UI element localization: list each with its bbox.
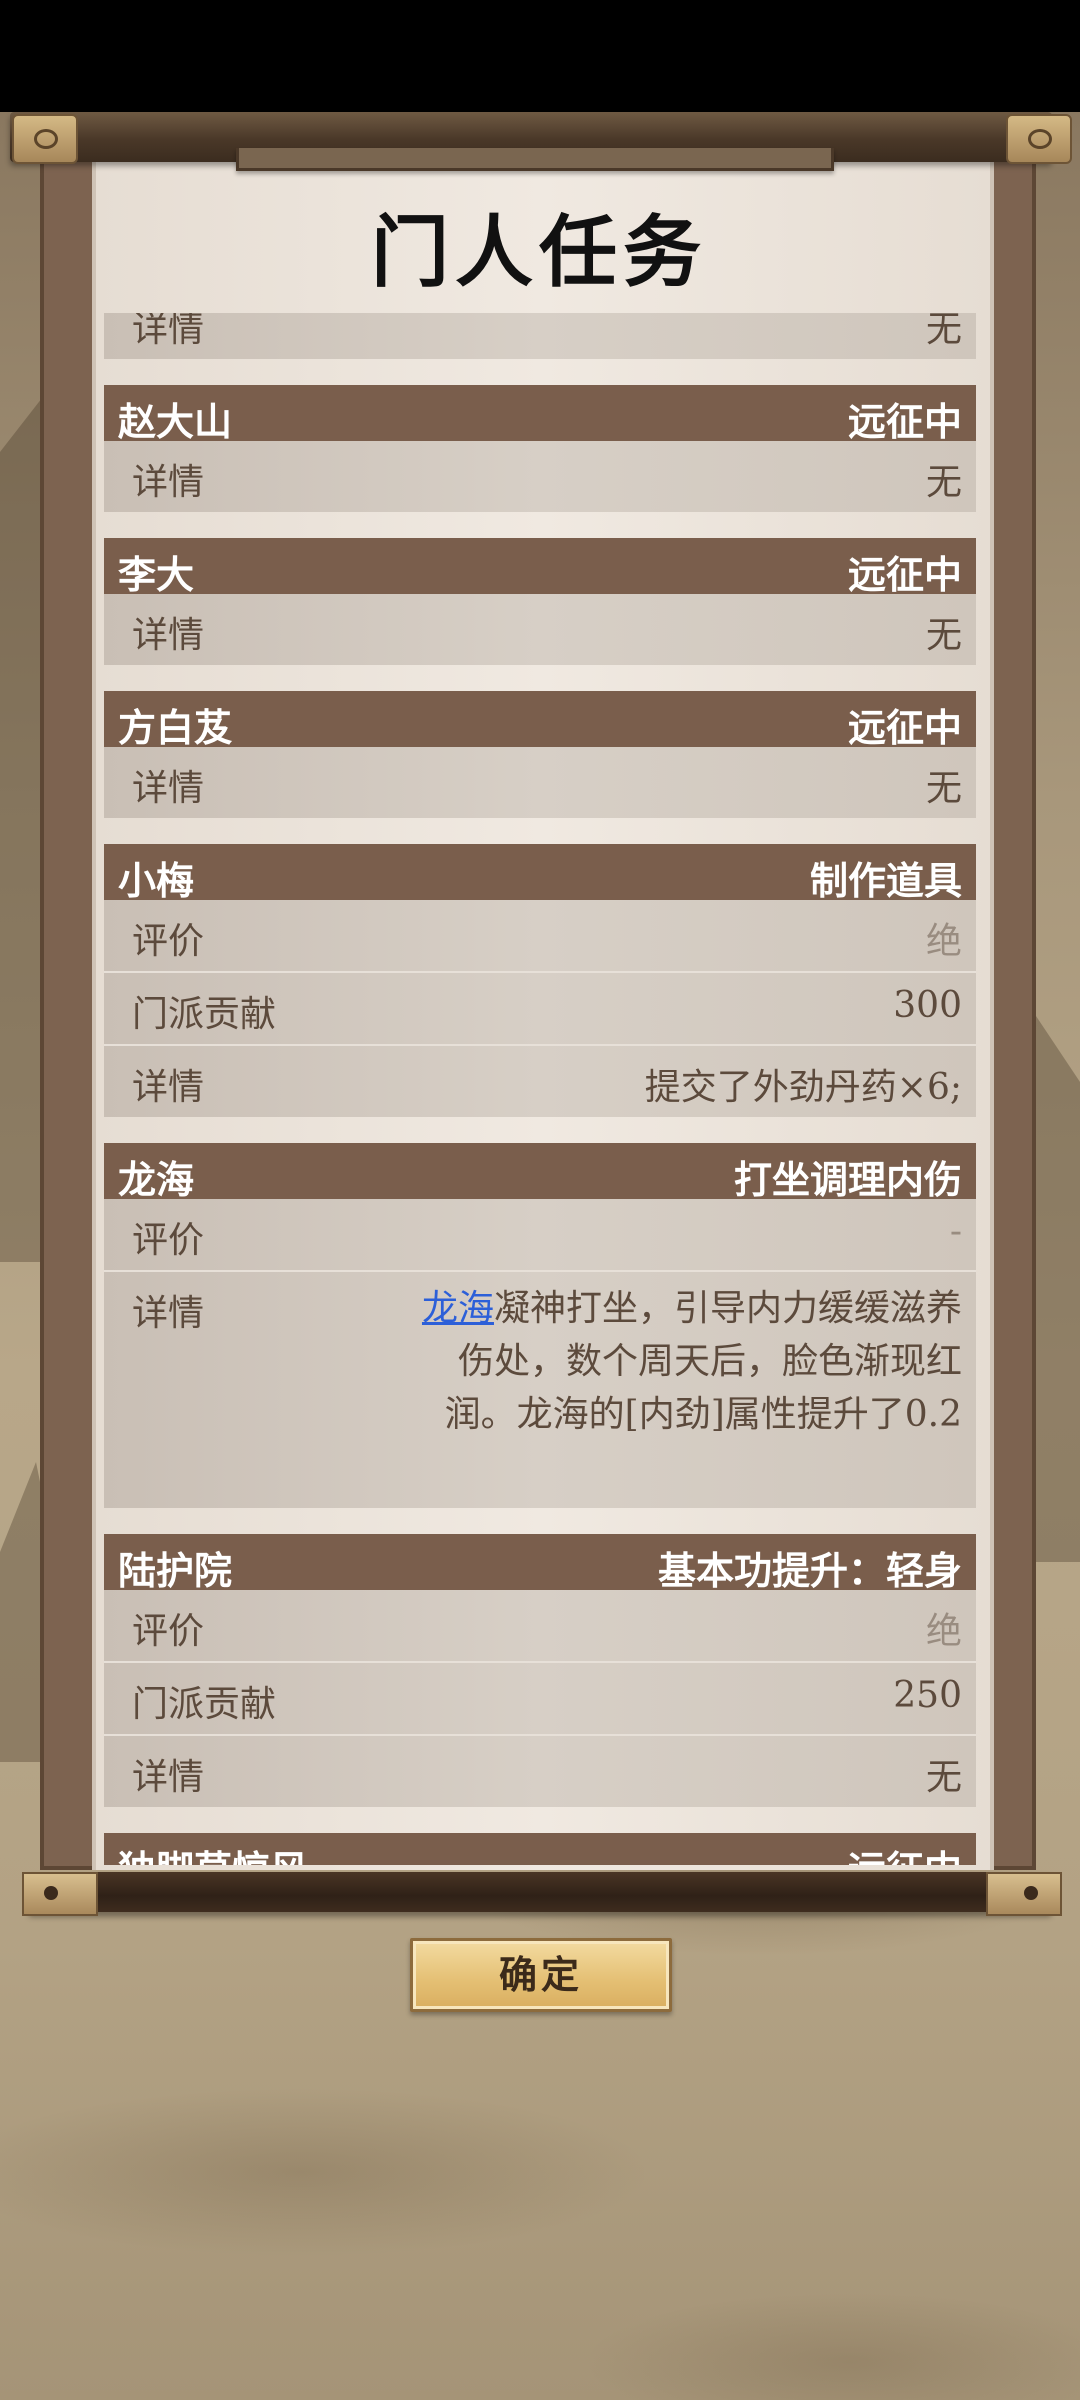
row-label: 门派贡献 bbox=[132, 994, 277, 1035]
row-value: 无 bbox=[925, 313, 962, 350]
row-label: 详情 bbox=[132, 1293, 205, 1334]
task-status: 制作道具 bbox=[809, 858, 962, 903]
row-value: 无 bbox=[925, 768, 962, 809]
task-status: 远征中 bbox=[848, 1839, 962, 1865]
rating-row: 评价 - bbox=[104, 1199, 976, 1272]
contribution-row: 门派贡献 300 bbox=[104, 973, 976, 1046]
detail-text: 龙海凝神打坐，引导内力缓缓滋养伤处，数个周天后，脸色渐现红润。龙海的[内劲]属性… bbox=[404, 1282, 962, 1441]
task-card: 龙海 打坐调理内伤 评价 - 详情 龙海凝神打坐，引导内力缓缓滋养伤处，数个周天… bbox=[104, 1143, 976, 1508]
rating-value: - bbox=[949, 1211, 962, 1252]
task-header: 赵大山 远征中 bbox=[104, 385, 976, 444]
title-tab bbox=[236, 148, 834, 171]
disciple-link[interactable]: 龙海 bbox=[422, 1288, 494, 1329]
rating-row: 评价 绝 bbox=[104, 1590, 976, 1663]
disciple-name: 陆护院 bbox=[118, 1548, 233, 1593]
contribution-value: 250 bbox=[893, 1675, 962, 1716]
task-status: 远征中 bbox=[847, 399, 962, 444]
task-card-partial: 详情 无 bbox=[104, 313, 976, 359]
confirm-button[interactable]: 确定 bbox=[410, 1938, 672, 2012]
disciple-name: 李大 bbox=[118, 552, 195, 597]
rod-end-left bbox=[22, 1872, 98, 1916]
scroll-bottom-rod bbox=[28, 1872, 1052, 1912]
rating-value: 绝 bbox=[925, 1611, 962, 1652]
row-label: 评价 bbox=[132, 1611, 205, 1652]
task-status: 远征中 bbox=[847, 705, 962, 750]
detail-row: 详情 无 bbox=[104, 313, 976, 359]
disciple-name: 方白芨 bbox=[118, 705, 233, 750]
task-card: 陆护院 基本功提升：轻身 评价 绝 门派贡献 250 详情 无 bbox=[104, 1534, 976, 1807]
task-header: 李大 远征中 bbox=[104, 538, 976, 597]
task-header: 龙海 打坐调理内伤 bbox=[104, 1143, 976, 1202]
row-value: 无 bbox=[925, 1757, 962, 1798]
row-label: 详情 bbox=[132, 313, 205, 350]
task-header: 陆护院 基本功提升：轻身 bbox=[104, 1534, 976, 1593]
disciple-name: 赵大山 bbox=[118, 399, 233, 444]
detail-row: 详情 无 bbox=[104, 441, 976, 512]
detail-row: 详情 无 bbox=[104, 747, 976, 818]
task-status: 远征中 bbox=[847, 552, 962, 597]
task-header: 小梅 制作道具 bbox=[104, 844, 976, 903]
row-value: 无 bbox=[925, 462, 962, 503]
disciple-name: 龙海 bbox=[118, 1157, 195, 1202]
rod-cap-right bbox=[1006, 114, 1072, 164]
task-header: 独脚草惊风 远征中 bbox=[104, 1833, 976, 1865]
task-status: 打坐调理内伤 bbox=[733, 1157, 962, 1202]
row-value: 无 bbox=[925, 615, 962, 656]
row-label: 门派贡献 bbox=[132, 1684, 277, 1725]
task-card: 李大 远征中 详情 无 bbox=[104, 538, 976, 665]
row-label: 详情 bbox=[132, 1067, 205, 1108]
contribution-value: 300 bbox=[893, 985, 962, 1026]
row-label: 详情 bbox=[132, 768, 205, 809]
row-label: 详情 bbox=[132, 615, 205, 656]
row-label: 详情 bbox=[132, 1757, 205, 1798]
rating-row: 评价 绝 bbox=[104, 900, 976, 973]
row-value: 提交了外劲丹药×6; bbox=[644, 1067, 962, 1108]
detail-row: 详情 无 bbox=[104, 594, 976, 665]
contribution-row: 门派贡献 250 bbox=[104, 1663, 976, 1736]
task-card: 赵大山 远征中 详情 无 bbox=[104, 385, 976, 512]
disciple-name: 小梅 bbox=[118, 858, 195, 903]
task-list[interactable]: 详情 无 赵大山 远征中 详情 无 李大 远征中 详情 无 方白芨 远征中 详情 bbox=[104, 313, 976, 1865]
rod-end-right bbox=[986, 1872, 1062, 1916]
task-status: 基本功提升：轻身 bbox=[657, 1548, 962, 1593]
task-card: 小梅 制作道具 评价 绝 门派贡献 300 详情 提交了外劲丹药×6; bbox=[104, 844, 976, 1117]
detail-row: 详情 提交了外劲丹药×6; bbox=[104, 1046, 976, 1117]
detail-body: 凝神打坐，引导内力缓缓滋养伤处，数个周天后，脸色渐现红润。龙海的[内劲]属性提升… bbox=[444, 1288, 962, 1435]
row-label: 评价 bbox=[132, 921, 205, 962]
task-header: 方白芨 远征中 bbox=[104, 691, 976, 750]
rod-cap-left bbox=[12, 114, 78, 164]
task-card: 方白芨 远征中 详情 无 bbox=[104, 691, 976, 818]
task-card-partial: 独脚草惊风 远征中 bbox=[104, 1833, 976, 1865]
rating-value: 绝 bbox=[925, 921, 962, 962]
detail-row: 详情 龙海凝神打坐，引导内力缓缓滋养伤处，数个周天后，脸色渐现红润。龙海的[内劲… bbox=[104, 1272, 976, 1508]
detail-row: 详情 无 bbox=[104, 1736, 976, 1807]
row-label: 详情 bbox=[132, 462, 205, 503]
disciple-name: 独脚草惊风 bbox=[118, 1839, 308, 1865]
page-title: 门人任务 bbox=[370, 207, 707, 298]
row-label: 评价 bbox=[132, 1220, 205, 1261]
